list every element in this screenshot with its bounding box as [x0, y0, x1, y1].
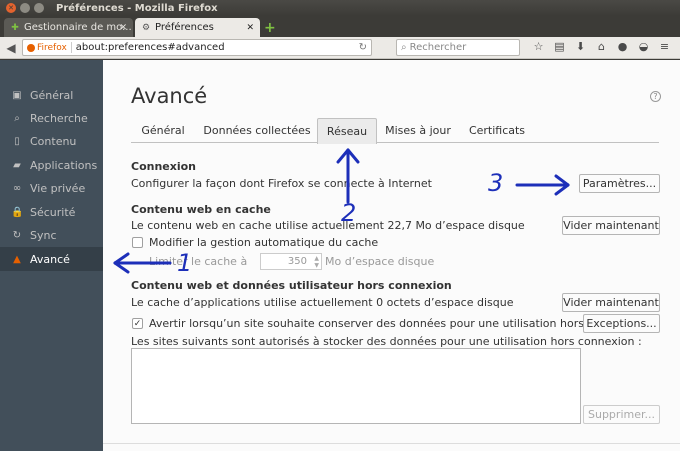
cache-size-input[interactable]: 350 ▲ ▼ [260, 253, 322, 270]
sidebar-item-applications[interactable]: ▰ Applications [0, 153, 103, 177]
override-cache-label: Modifier la gestion automatique du cache [149, 236, 379, 249]
tab-preferences[interactable]: ⚙ Préférences ✕ [135, 18, 260, 37]
sidebar-item-general[interactable]: ▣ Général [0, 83, 103, 107]
reload-icon[interactable]: ↻ [359, 42, 367, 53]
sidebar-item-advanced[interactable]: ▲ Avancé [0, 247, 103, 271]
tab-strip: ✚ Gestionnaire de mo... ✕ ⚙ Préférences … [0, 16, 680, 37]
search-input[interactable]: ⌕ Rechercher [396, 39, 520, 56]
offline-usage-text: Le cache d’applications utilise actuelle… [131, 296, 514, 309]
title-bar: ✕ Préférences - Mozilla Firefox [0, 0, 680, 16]
tab-addons-manager[interactable]: ✚ Gestionnaire de mo... ✕ [4, 18, 133, 37]
minimize-window-button[interactable] [20, 3, 30, 13]
chat-icon[interactable]: ● [612, 40, 633, 53]
bookmark-star-icon[interactable]: ☆ [528, 40, 549, 53]
lock-icon: 🔒 [11, 206, 24, 218]
warn-offline-checkbox[interactable]: ✓ [132, 318, 143, 329]
mask-icon: ∞ [12, 182, 22, 194]
sidebar-item-search[interactable]: ⌕ Recherche [0, 106, 103, 130]
sidebar: ▣ Général ⌕ Recherche ▯ Contenu ▰ Applic… [0, 60, 103, 451]
maximize-window-button[interactable] [34, 3, 44, 13]
sidebar-item-label: Sync [30, 228, 57, 242]
separator [70, 42, 72, 53]
wizard-hat-icon: ▲ [13, 253, 21, 265]
search-icon: ⌕ [401, 42, 407, 53]
page-title: Avancé [131, 84, 208, 108]
connection-text: Configurer la façon dont Firefox se conn… [131, 177, 432, 190]
warn-offline-label: Avertir lorsqu’un site souhaite conserve… [149, 317, 645, 330]
menu-icon[interactable]: ≡ [654, 40, 675, 53]
offline-sites-label: Les sites suivants sont autorisés à stoc… [131, 335, 642, 348]
annotation-number-3: 3 [488, 169, 504, 197]
firefox-icon [27, 43, 35, 52]
download-icon[interactable]: ⬇ [570, 40, 591, 53]
clear-offline-button[interactable]: Vider maintenant [562, 293, 660, 312]
cache-size-value: 350 [287, 256, 307, 267]
annotation-number-2: 2 [341, 199, 357, 227]
sidebar-item-label: Recherche [30, 111, 88, 125]
tab-data-choices[interactable]: Données collectées [197, 118, 317, 143]
annotation-number-1: 1 [177, 249, 193, 277]
sidebar-item-label: Sécurité [30, 205, 76, 219]
tab-certificates[interactable]: Certificats [459, 118, 535, 143]
window-title: Préférences - Mozilla Firefox [56, 2, 218, 14]
sidebar-item-label: Applications [30, 158, 98, 172]
pocket-icon[interactable]: ◒ [633, 40, 654, 53]
offline-heading: Contenu web et données utilisateur hors … [131, 279, 452, 292]
cache-limit-unit: Mo d’espace disque [325, 255, 435, 268]
remove-site-button[interactable]: Supprimer... [583, 405, 660, 424]
tab-label: Gestionnaire de mo... [24, 22, 132, 33]
puzzle-icon: ✚ [11, 22, 19, 33]
tab-network[interactable]: Réseau [317, 118, 377, 144]
back-arrow-icon[interactable]: ◀ [3, 41, 19, 55]
sidebar-item-sync[interactable]: ↻ Sync [0, 223, 103, 247]
search-placeholder: Rechercher [409, 42, 467, 53]
sidebar-item-label: Contenu [30, 134, 77, 148]
sidebar-item-label: Général [30, 88, 74, 102]
applications-icon: ▰ [13, 159, 21, 171]
sidebar-item-content[interactable]: ▯ Contenu [0, 129, 103, 153]
tab-general[interactable]: Général [131, 118, 195, 143]
sidebar-item-privacy[interactable]: ∞ Vie privée [0, 176, 103, 200]
switch-icon: ▣ [12, 89, 22, 101]
home-icon[interactable]: ⌂ [591, 40, 612, 53]
url-bar[interactable]: Firefox about:preferences#advanced ↻ [22, 39, 372, 56]
identity-badge[interactable]: Firefox [27, 43, 67, 53]
tab-updates[interactable]: Mises à jour [379, 118, 457, 143]
navigation-bar: ◀ Firefox about:preferences#advanced ↻ ⌕… [0, 37, 680, 59]
offline-sites-list[interactable] [131, 348, 581, 424]
close-tab-icon[interactable]: ✕ [246, 23, 254, 33]
sidebar-item-security[interactable]: 🔒 Sécurité [0, 200, 103, 224]
bookmarks-menu-icon[interactable]: ▤ [549, 40, 570, 53]
tab-label: Préférences [155, 22, 214, 33]
cache-usage-text: Le contenu web en cache utilise actuelle… [131, 219, 525, 232]
sidebar-item-label: Avancé [30, 252, 70, 266]
cache-heading: Contenu web en cache [131, 203, 271, 216]
url-text[interactable]: about:preferences#advanced [76, 42, 225, 53]
new-tab-button[interactable]: + [264, 20, 276, 36]
clear-cache-button[interactable]: Vider maintenant [562, 216, 660, 235]
override-cache-checkbox[interactable] [132, 237, 143, 248]
close-tab-icon[interactable]: ✕ [119, 23, 127, 33]
close-window-button[interactable]: ✕ [6, 3, 16, 13]
sync-icon: ↻ [12, 229, 22, 241]
gear-icon: ⚙ [141, 22, 151, 33]
exceptions-button[interactable]: Exceptions... [583, 314, 660, 333]
identity-label: Firefox [37, 42, 67, 53]
help-icon[interactable]: ? [650, 91, 661, 102]
search-icon: ⌕ [14, 112, 20, 124]
connection-heading: Connexion [131, 160, 197, 173]
cache-limit-label: Limiter le cache à [149, 255, 248, 268]
preferences-tabs: Général Données collectées Réseau Mises … [131, 118, 659, 144]
sidebar-item-label: Vie privée [30, 181, 86, 195]
toolbar-icons: ☆ ▤ ⬇ ⌂ ● ◒ ≡ [528, 40, 675, 53]
connection-settings-button[interactable]: Paramètres... [579, 174, 660, 193]
document-icon: ▯ [14, 135, 20, 147]
bottom-edge [103, 443, 680, 451]
spinner-arrows-icon[interactable]: ▲ ▼ [314, 255, 319, 269]
